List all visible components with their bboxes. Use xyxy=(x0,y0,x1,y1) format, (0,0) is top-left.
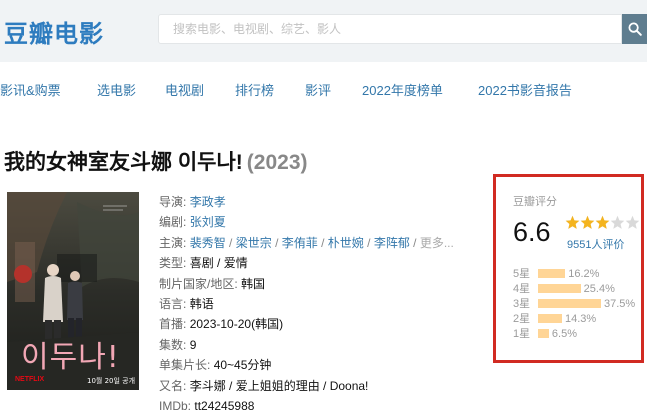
nav-item-showtimes[interactable]: 影讯&购票 xyxy=(0,80,61,99)
rating-percent: 37.5% xyxy=(604,298,636,310)
movie-year: (2023) xyxy=(246,151,308,174)
page-title: 我的女神室友斗娜 이두나! (2023) xyxy=(4,146,308,176)
rating-row-3-star[interactable]: 3星 37.5% xyxy=(513,298,643,310)
cast-separator: / xyxy=(225,235,236,250)
nav-item-2022-annual-list[interactable]: 2022年度榜单 xyxy=(362,80,443,99)
rating-percent: 6.5% xyxy=(551,328,577,340)
release-value: 2023-10-20(韩国) xyxy=(189,317,284,332)
cast-separator: / xyxy=(271,235,282,250)
search-input[interactable] xyxy=(158,14,622,44)
info-language-row: 语言: 韩语 xyxy=(159,294,477,314)
rating-count-link[interactable]: 9551人评价 xyxy=(567,236,624,252)
rating-row-5-star[interactable]: 5星 16.2% xyxy=(513,268,643,280)
country-value: 韩国 xyxy=(241,276,266,291)
star-empty-icon xyxy=(610,215,625,229)
language-value: 韩语 xyxy=(189,296,214,311)
cast-link[interactable]: 李阵郁 xyxy=(374,236,410,250)
rating-row-2-star[interactable]: 2星 14.3% xyxy=(513,313,643,325)
genre-value: 喜剧 / 爱情 xyxy=(189,256,248,271)
info-runtime-row: 单集片长: 40~45分钟 xyxy=(159,355,477,375)
movie-poster[interactable]: 이두나! NETFLIX 10월 20일 공개 xyxy=(7,192,139,390)
cast-label: 主演: xyxy=(159,235,187,250)
movie-info: 导演: 李政孝 编剧: 张刘夏 主演: 裴秀智 / 梁世宗 / 李侑菲 / 朴世… xyxy=(159,192,477,416)
info-cast-row: 主演: 裴秀智 / 梁世宗 / 李侑菲 / 朴世婉 / 李阵郁 / 更多... xyxy=(159,233,477,253)
rating-bar xyxy=(538,314,563,323)
cast-link[interactable]: 裴秀智 xyxy=(190,236,226,250)
cast-more-link[interactable]: 更多... xyxy=(420,236,454,250)
douban-movie-logo[interactable]: 豆瓣电影 xyxy=(4,14,104,49)
rating-row-4-star[interactable]: 4星 25.4% xyxy=(513,283,643,295)
rating-row-1-star[interactable]: 1星 6.5% xyxy=(513,328,643,340)
rating-row-label: 1星 xyxy=(513,328,531,340)
rating-percent: 16.2% xyxy=(568,268,600,280)
director-label: 导演: xyxy=(159,195,187,209)
star-full-icon xyxy=(565,215,580,229)
info-release-row: 首播: 2023-10-20(韩国) xyxy=(159,314,477,334)
episodes-value: 9 xyxy=(189,337,197,352)
poster-date-text: 10월 20일 공개 xyxy=(87,377,136,385)
nav-item-2022-report[interactable]: 2022书影音报告 xyxy=(478,80,572,99)
rating-percent: 14.3% xyxy=(565,313,597,325)
rating-score: 6.6 xyxy=(513,217,551,247)
runtime-label: 单集片长: xyxy=(159,358,211,373)
info-writer-row: 编剧: 张刘夏 xyxy=(159,212,477,232)
writer-label: 编剧: xyxy=(159,215,187,230)
director-link[interactable]: 李政孝 xyxy=(190,195,226,209)
star-empty-icon xyxy=(625,215,640,229)
star-full-icon xyxy=(580,215,595,229)
country-label: 制片国家/地区: xyxy=(159,276,238,291)
genre-label: 类型: xyxy=(159,256,187,271)
search-button[interactable] xyxy=(622,14,647,44)
cast-link[interactable]: 朴世婉 xyxy=(328,236,364,250)
cast-link[interactable]: 李侑菲 xyxy=(282,236,318,250)
writer-link[interactable]: 张刘夏 xyxy=(190,215,226,229)
main-nav: 影讯&购票 选电影 电视剧 排行榜 影评 2022年度榜单 2022书影音报告 xyxy=(0,62,647,112)
info-episodes-row: 集数: 9 xyxy=(159,335,477,355)
info-director-row: 导演: 李政孝 xyxy=(159,192,477,212)
rating-percent: 25.4% xyxy=(583,283,615,295)
star-full-icon xyxy=(595,215,610,229)
rating-row-label: 2星 xyxy=(513,313,531,325)
site-header: 豆瓣电影 xyxy=(0,0,647,62)
cast-link[interactable]: 梁世宗 xyxy=(236,236,272,250)
poster-title-text: 이두나! xyxy=(21,340,120,375)
imdb-value[interactable]: tt24245988 xyxy=(194,399,254,413)
rating-row-label: 4星 xyxy=(513,283,531,295)
cast-separator: / xyxy=(409,235,420,250)
info-genre-row: 类型: 喜剧 / 爱情 xyxy=(159,253,477,273)
nav-item-tv[interactable]: 电视剧 xyxy=(165,80,204,99)
poster-brand: NETFLIX xyxy=(15,376,45,383)
cast-separator: / xyxy=(363,235,374,250)
cast-separator: / xyxy=(317,235,328,250)
rating-bar xyxy=(538,284,581,293)
rating-title: 豆瓣评分 xyxy=(513,196,557,208)
episodes-label: 集数: xyxy=(159,337,187,352)
aka-label: 又名: xyxy=(159,378,187,393)
nav-item-explore-movies[interactable]: 选电影 xyxy=(97,80,136,99)
release-label: 首播: xyxy=(159,317,187,332)
movie-title: 我的女神室友斗娜 이두나! xyxy=(4,151,243,174)
rating-stars xyxy=(565,215,640,229)
info-aka-row: 又名: 李斗娜 / 爱上姐姐的理由 / Doona! xyxy=(159,376,477,396)
info-country-row: 制片国家/地区: 韩国 xyxy=(159,274,477,294)
runtime-value: 40~45分钟 xyxy=(213,358,272,373)
rating-panel: 豆瓣评分 6.6 9551人评价 5星 16.2% 4星 25.4% 3星 37… xyxy=(493,174,644,363)
language-label: 语言: xyxy=(159,296,187,311)
rating-bar xyxy=(538,269,566,278)
rating-row-label: 5星 xyxy=(513,268,531,280)
rating-bar xyxy=(538,329,549,338)
rating-row-label: 3星 xyxy=(513,298,531,310)
info-imdb-row: IMDb: tt24245988 xyxy=(159,396,477,416)
nav-item-charts[interactable]: 排行榜 xyxy=(235,80,274,99)
search-icon xyxy=(628,22,642,36)
aka-value: 李斗娜 / 爱上姐姐的理由 / Doona! xyxy=(189,378,369,393)
rating-bar xyxy=(538,299,601,308)
imdb-label: IMDb: xyxy=(159,398,192,413)
nav-item-reviews[interactable]: 影评 xyxy=(305,80,331,99)
